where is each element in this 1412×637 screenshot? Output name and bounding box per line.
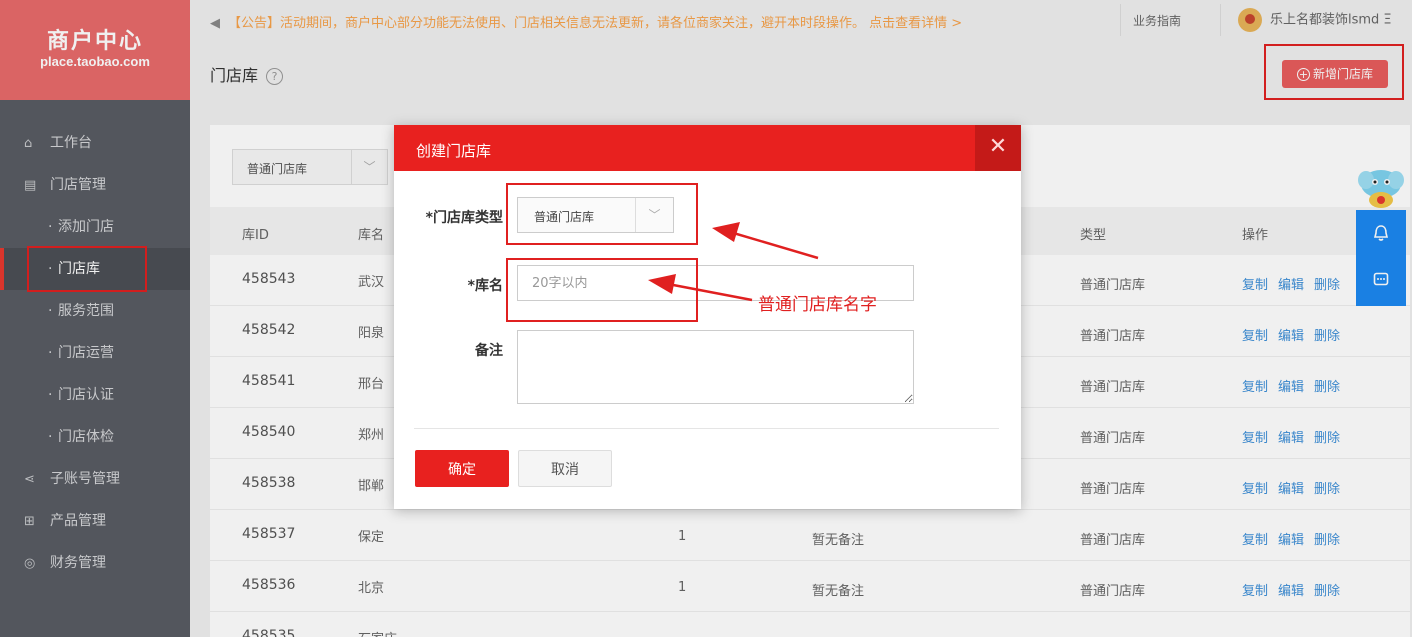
confirm-button[interactable]: 确定 [415, 450, 509, 487]
remark-label: 备注 [475, 343, 503, 359]
annotation-label: 普通门店库名字 [758, 295, 877, 315]
dialog-divider [414, 428, 999, 429]
close-icon[interactable]: ✕ [975, 125, 1021, 171]
annotation-box-name [506, 258, 698, 322]
type-label: *门店库类型 [425, 210, 503, 226]
remark-textarea[interactable] [517, 330, 914, 404]
create-store-lib-dialog: 创建门店库 ✕ *门店库类型 普通门店库 ﹀ *库名 备注 确定 取消 [394, 125, 1021, 509]
annotation-box-type [506, 183, 698, 245]
cancel-button[interactable]: 取消 [518, 450, 612, 487]
dialog-title: 创建门店库 [416, 142, 492, 160]
dialog-header: 创建门店库 ✕ [394, 125, 1021, 171]
name-label: *库名 [467, 278, 503, 294]
